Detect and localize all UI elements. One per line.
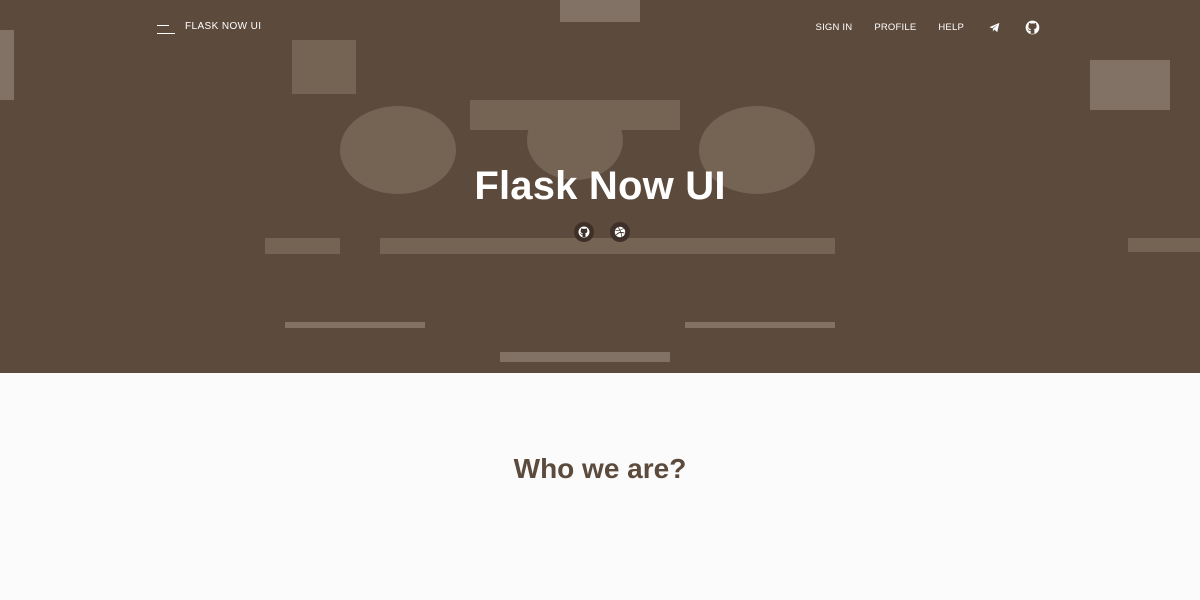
- github-icon-glyph: [1025, 20, 1039, 34]
- about-title: Who we are?: [513, 453, 687, 484]
- github-button[interactable]: [574, 222, 594, 242]
- github-icon[interactable]: [1024, 19, 1040, 35]
- hero-social-buttons: [574, 222, 630, 242]
- dribbble-icon: [614, 226, 626, 238]
- brand-link[interactable]: FLASK NOW UI: [185, 21, 261, 32]
- nav-profile-link[interactable]: PROFILE: [874, 22, 916, 33]
- top-navbar: FLASK NOW UI SIGN IN PROFILE HELP: [0, 0, 1200, 58]
- nav-help-link[interactable]: HELP: [938, 22, 964, 33]
- nav-links: SIGN IN PROFILE HELP: [816, 19, 1040, 35]
- github-icon: [578, 226, 590, 238]
- hero-section: FLASK NOW UI SIGN IN PROFILE HELP Flask …: [0, 0, 1200, 373]
- hero-title: Flask Now UI: [474, 163, 726, 208]
- telegram-icon-glyph: [988, 22, 999, 32]
- dribbble-button[interactable]: [610, 222, 630, 242]
- menu-line: [157, 33, 175, 34]
- nav-sign-in-link[interactable]: SIGN IN: [816, 22, 853, 33]
- about-section: Who we are?: [0, 373, 1200, 485]
- menu-toggle-button[interactable]: [157, 22, 177, 36]
- menu-line: [157, 25, 169, 26]
- telegram-icon[interactable]: [986, 19, 1002, 35]
